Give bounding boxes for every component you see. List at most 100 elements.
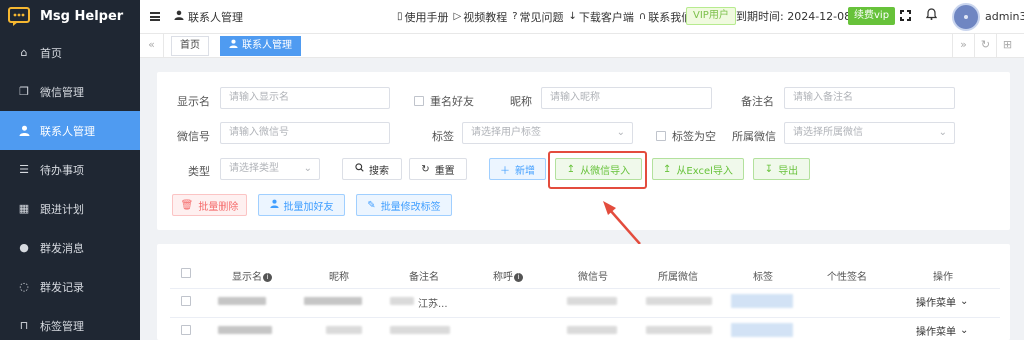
info-icon: i: [263, 273, 272, 282]
batch-delete-button[interactable]: 🗑 批量删除: [172, 194, 247, 216]
sidebar-item-label: 群发记录: [40, 280, 84, 294]
operation-menu-label: 操作菜单: [916, 298, 956, 309]
refresh-icon[interactable]: ↻: [974, 34, 996, 57]
bookmark-icon: ⊓: [19, 319, 29, 332]
top-header: 联系人管理 ▯ 使用手册 ▷ 视频教程 ? 常见问题 ↓ 下载客户端 ∩ 联系我们 VIP…: [140, 0, 1024, 33]
column-header-wechat-id: 微信号: [578, 272, 608, 283]
sidebar-item-plan[interactable]: ▦ 跟进计划: [0, 189, 140, 228]
remark-input[interactable]: 请输入备注名: [784, 87, 955, 109]
sidebar-item-broadcast[interactable]: ● 群发消息: [0, 228, 140, 267]
dup-friend-checkbox[interactable]: 重名好友: [414, 93, 474, 109]
download-link-label: 下载客户端: [578, 10, 634, 24]
bell-icon[interactable]: [925, 8, 938, 23]
column-header-display-name[interactable]: 显示名 i: [232, 268, 272, 283]
avatar[interactable]: [952, 3, 980, 31]
breadcrumb-label: 联系人管理: [188, 10, 243, 24]
redacted-display-name: [218, 297, 266, 305]
copy-icon: ❐: [19, 85, 29, 98]
user-icon: [18, 125, 30, 137]
type-select-placeholder: 请选择类型: [229, 163, 279, 174]
column-header-belong-wechat: 所属微信: [658, 272, 698, 283]
home-icon: ⌂: [20, 46, 28, 59]
tab-contacts[interactable]: 联系人管理: [220, 36, 301, 56]
sidebar-item-contacts[interactable]: 联系人管理: [0, 111, 140, 150]
remark-cell: 江苏...: [418, 299, 448, 310]
redacted-tag-badge: [731, 294, 793, 308]
wechat-id-input[interactable]: 请输入微信号: [220, 122, 390, 144]
import-excel-button[interactable]: ↥ 从Excel导入: [652, 158, 744, 180]
import-excel-button-label: 从Excel导入: [676, 165, 733, 177]
annotation-highlight-box: [548, 151, 647, 189]
batch-add-friend-button[interactable]: 批量加好友: [258, 194, 345, 216]
faq-link-label: 常见问题: [519, 10, 564, 24]
column-header-tags: 标签: [753, 272, 773, 283]
nickname-label: 昵称: [510, 95, 532, 108]
operation-menu[interactable]: 操作菜单 ⌄: [916, 323, 968, 338]
chevron-down-icon: ⌄: [960, 325, 969, 336]
dup-friend-label: 重名好友: [430, 95, 474, 108]
expire-text: 到期时间: 2024-12-08: [736, 10, 852, 23]
display-name-input[interactable]: 请输入显示名: [220, 87, 390, 109]
manual-link[interactable]: ▯ 使用手册: [397, 9, 449, 25]
tag-empty-label: 标签为空: [672, 130, 716, 143]
chat-icon: ●: [19, 241, 29, 254]
belong-wechat-label: 所属微信: [732, 130, 776, 143]
chevron-down-icon: ⌄: [616, 127, 625, 138]
column-header-title[interactable]: 称呼 i: [493, 268, 523, 283]
contact-link[interactable]: ∩ 联系我们: [639, 9, 692, 25]
sidebar-item-tags[interactable]: ⊓ 标签管理: [0, 306, 140, 340]
username[interactable]: admin3: [985, 0, 1024, 33]
scroll-right-icon[interactable]: »: [952, 34, 974, 57]
annotation-arrow-icon: [603, 201, 641, 245]
renew-vip-button[interactable]: 续费vip: [848, 7, 896, 25]
video-link[interactable]: ▷ 视频教程: [454, 9, 508, 25]
sidebar-item-todo[interactable]: ☰ 待办事项: [0, 150, 140, 189]
batch-edit-tag-button[interactable]: ✎ 批量修改标签: [356, 194, 452, 216]
checkbox-box: [656, 131, 666, 141]
upload-icon: ↥: [663, 163, 672, 175]
redacted-display-name: [218, 326, 272, 334]
redacted-remark-prefix: [390, 297, 414, 305]
app-title: Msg Helper: [40, 9, 124, 24]
type-select[interactable]: 请选择类型 ⌄: [220, 158, 320, 180]
download-link[interactable]: ↓ 下载客户端: [569, 9, 634, 25]
sidebar-item-home[interactable]: ⌂ 首页: [0, 33, 140, 72]
user-icon: [269, 199, 279, 211]
tags-select[interactable]: 请选择用户标签 ⌄: [462, 122, 633, 144]
add-button[interactable]: ＋ 新增: [489, 158, 546, 180]
tags-view-bar: « 首页 联系人管理 » ↻ ⊞: [140, 33, 1024, 58]
plus-icon: ＋: [500, 165, 510, 177]
play-icon: ▷: [453, 11, 462, 22]
calendar-icon: ▦: [18, 202, 30, 215]
operation-menu[interactable]: 操作菜单 ⌄: [916, 294, 968, 309]
download-icon: ↓: [568, 11, 577, 22]
sidebar-item-label: 标签管理: [40, 319, 84, 333]
download-icon: ↧: [764, 163, 774, 175]
sidebar-item-broadcast-log[interactable]: ◌ 群发记录: [0, 267, 140, 306]
tag-empty-checkbox[interactable]: 标签为空: [656, 128, 716, 144]
grid-icon[interactable]: ⊞: [996, 34, 1018, 57]
refresh-icon: ↻: [421, 163, 430, 175]
nickname-input[interactable]: 请输入昵称: [541, 87, 712, 109]
book-icon: ▯: [397, 11, 403, 22]
faq-link[interactable]: ? 常见问题: [512, 9, 563, 25]
scroll-left-icon[interactable]: «: [140, 34, 164, 57]
redacted-wechat-id: [567, 297, 617, 305]
tab-contacts-label: 联系人管理: [242, 40, 292, 51]
belong-wechat-select[interactable]: 请选择所属微信 ⌄: [784, 122, 955, 144]
sidebar-item-wechat[interactable]: ❐ 微信管理: [0, 72, 140, 111]
tags-label: 标签: [432, 130, 454, 143]
column-header-actions: 操作: [933, 272, 953, 283]
select-all-checkbox[interactable]: [181, 268, 191, 278]
trash-icon: 🗑: [180, 199, 194, 211]
sidebar-item-label: 跟进计划: [40, 202, 84, 216]
row-checkbox[interactable]: [181, 296, 191, 306]
search-button[interactable]: 搜索: [342, 158, 402, 180]
menu-toggle-icon[interactable]: [150, 12, 160, 21]
sidebar-item-label: 联系人管理: [40, 124, 95, 138]
row-checkbox[interactable]: [181, 325, 191, 335]
export-button[interactable]: ↧ 导出: [753, 158, 810, 180]
fullscreen-icon[interactable]: [900, 10, 911, 21]
tab-home[interactable]: 首页: [171, 36, 209, 56]
reset-button[interactable]: ↻ 重置: [409, 158, 467, 180]
